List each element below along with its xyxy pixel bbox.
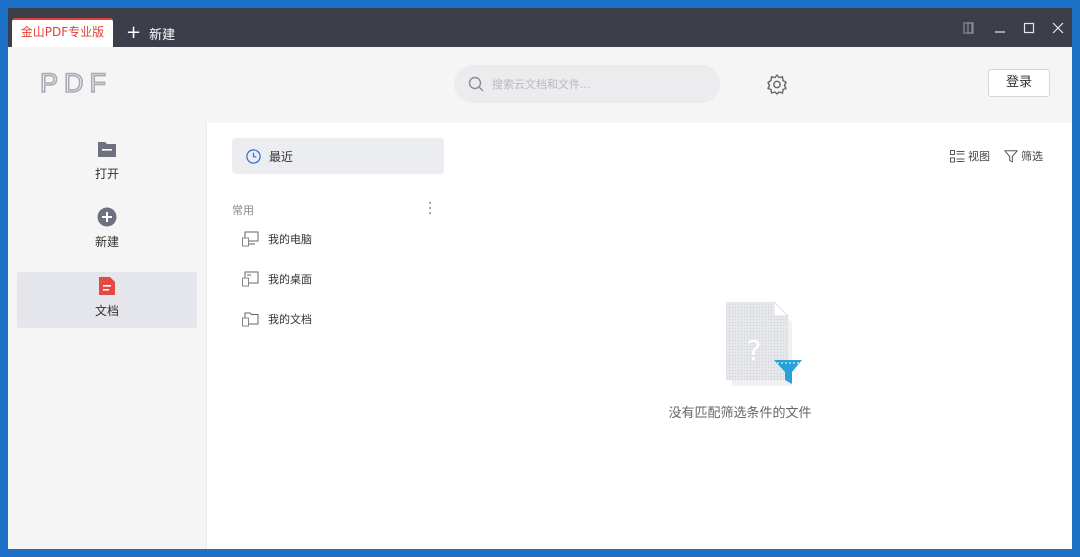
view-button[interactable]: 视图 [950, 148, 990, 164]
title-bar: 金山PDF专业版 + 新建 [8, 8, 1072, 47]
nav-item-label: 我的桌面 [268, 273, 312, 286]
clock-icon [246, 148, 261, 164]
filter-label: 筛选 [1021, 150, 1043, 163]
filter-button[interactable]: 筛选 [1004, 148, 1043, 164]
desktop-icon [242, 271, 259, 287]
more-options-icon[interactable] [426, 200, 434, 216]
app-header: PDF 搜索云文档和文件... 登录 [8, 47, 1072, 123]
list-view-icon [950, 149, 965, 162]
nav-item-label: 我的电脑 [268, 233, 312, 246]
nav-recent-label: 最近 [269, 149, 294, 164]
gear-icon[interactable] [766, 73, 788, 95]
document-icon [98, 276, 116, 296]
sidebar-item-open[interactable]: 打开 [17, 135, 197, 191]
view-label: 视图 [968, 150, 990, 163]
minimize-icon[interactable] [989, 18, 1011, 38]
maximize-icon[interactable] [1018, 18, 1040, 38]
app-window: 金山PDF专业版 + 新建 PDF 搜索云文档和文件... 登录 打开 新建 文… [8, 8, 1072, 549]
pin-icon[interactable] [958, 18, 980, 38]
sidebar: 打开 新建 文档 [8, 123, 207, 549]
sidebar-item-documents[interactable]: 文档 [17, 272, 197, 328]
folder-icon [97, 139, 117, 159]
sidebar-item-label: 文档 [94, 304, 119, 318]
pdf-logo: PDF [39, 67, 124, 101]
search-placeholder: 搜索云文档和文件... [492, 78, 591, 91]
section-title-common: 常用 [232, 204, 254, 217]
sidebar-item-label: 打开 [94, 167, 119, 181]
tab-kingsoft-pdf[interactable]: 金山PDF专业版 [12, 18, 113, 47]
empty-state-message: 没有匹配筛选条件的文件 [668, 406, 812, 421]
filter-icon [1004, 149, 1018, 162]
plus-icon: + [126, 22, 142, 43]
login-button[interactable]: 登录 [988, 69, 1050, 97]
new-tab-button[interactable]: + 新建 [126, 23, 175, 43]
folder-icon [242, 312, 259, 327]
search-icon [468, 76, 484, 92]
search-input[interactable]: 搜索云文档和文件... [454, 65, 720, 103]
close-icon[interactable] [1047, 18, 1069, 38]
sidebar-item-new[interactable]: 新建 [17, 203, 197, 259]
computer-icon [242, 231, 259, 247]
nav-item-my-computer[interactable]: 我的电脑 [242, 228, 312, 250]
nav-item-my-documents[interactable]: 我的文档 [242, 308, 312, 330]
empty-state-illustration: ? [722, 300, 812, 396]
nav-item-label: 我的文档 [268, 313, 312, 326]
svg-text:PDF: PDF [40, 69, 112, 97]
new-tab-label: 新建 [149, 27, 176, 43]
svg-text:?: ? [747, 334, 762, 367]
nav-item-my-desktop[interactable]: 我的桌面 [242, 268, 312, 290]
plus-circle-icon [97, 207, 117, 227]
nav-recent[interactable]: 最近 [232, 138, 444, 174]
sidebar-item-label: 新建 [94, 235, 119, 249]
